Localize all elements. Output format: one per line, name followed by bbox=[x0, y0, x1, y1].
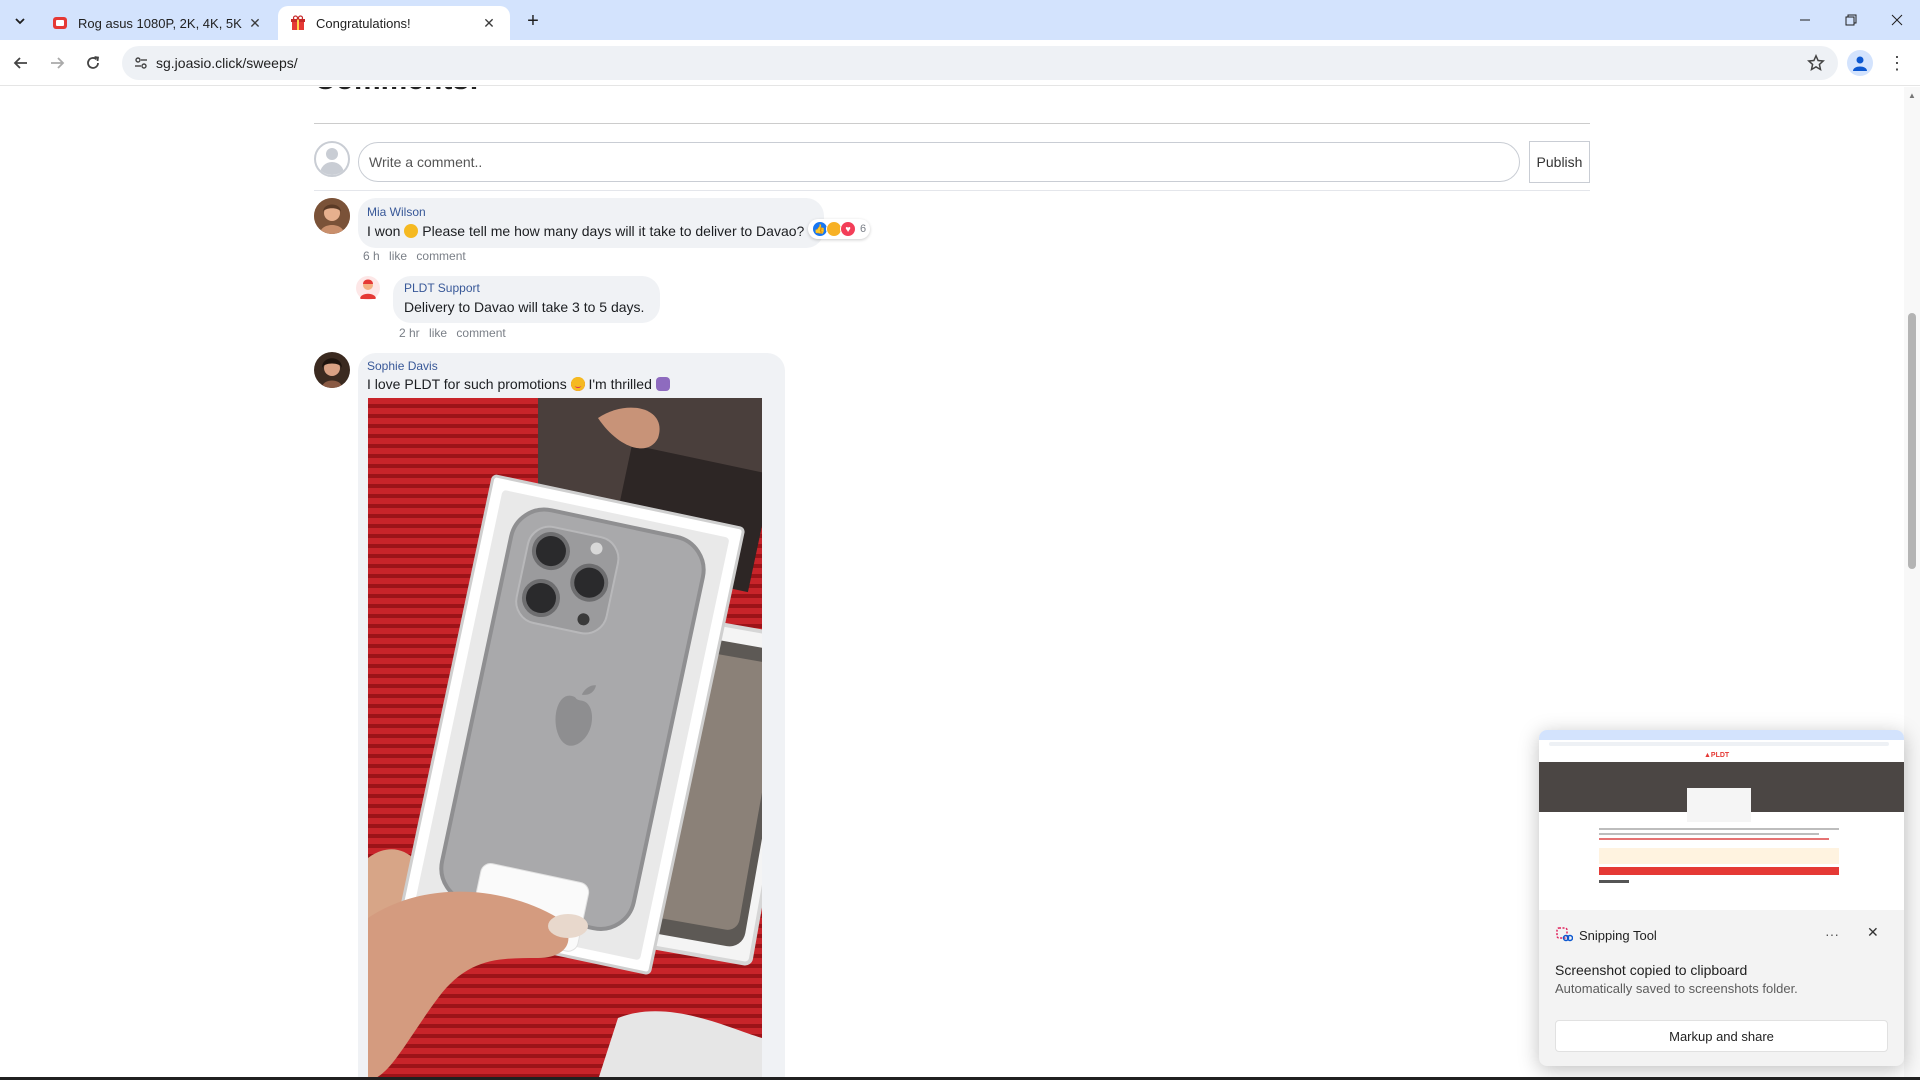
tab-rog-asus[interactable]: Rog asus 1080P, 2K, 4K, 5K HD ✕ bbox=[40, 6, 276, 40]
comment-text-part: I love PLDT for such promotions bbox=[367, 376, 567, 392]
gift-icon bbox=[291, 15, 305, 30]
comment-meta: 6 h like comment bbox=[363, 249, 472, 263]
reply-author[interactable]: PLDT Support bbox=[404, 281, 480, 295]
comment-link[interactable]: comment bbox=[456, 326, 505, 340]
site-favicon-icon bbox=[53, 17, 67, 29]
like-link[interactable]: like bbox=[389, 249, 407, 263]
default-avatar-icon bbox=[314, 141, 350, 177]
tab-congratulations[interactable]: Congratulations! ✕ bbox=[278, 6, 510, 40]
comment-text-part: I won bbox=[367, 223, 401, 239]
heart-eyes-emoji-icon bbox=[570, 377, 585, 391]
comment-author[interactable]: Sophie Davis bbox=[367, 359, 438, 373]
scrollbar-thumb[interactable] bbox=[1908, 313, 1916, 569]
publish-button[interactable]: Publish bbox=[1529, 141, 1590, 183]
comment-text: I won Please tell me how many days will … bbox=[367, 223, 804, 239]
back-arrow-icon[interactable] bbox=[6, 48, 36, 78]
comment-text: I love PLDT for such promotions I'm thri… bbox=[367, 376, 670, 392]
comments-heading: Comments: bbox=[314, 87, 479, 97]
screenshot-thumbnail[interactable]: ▲PLDT bbox=[1539, 730, 1904, 910]
chevron-down-icon bbox=[15, 18, 25, 25]
heading-divider bbox=[314, 123, 1590, 124]
toast-app-name: Snipping Tool bbox=[1579, 928, 1657, 943]
reply-meta: 2 hr like comment bbox=[399, 326, 512, 340]
toast-subtext: Automatically saved to screenshots folde… bbox=[1555, 981, 1798, 996]
reload-icon[interactable] bbox=[78, 48, 108, 78]
new-tab-plus-icon[interactable]: + bbox=[520, 8, 546, 34]
comment-link[interactable]: comment bbox=[416, 249, 465, 263]
address-bar[interactable]: sg.joasio.click/sweeps/ bbox=[122, 46, 1838, 80]
bookmark-star-icon[interactable] bbox=[1806, 53, 1826, 73]
snipping-tool-notification: ▲PLDT Snipping Tool ··· ✕ Screenshot cop… bbox=[1539, 730, 1904, 1066]
tab-title: Congratulations! bbox=[316, 15, 411, 31]
reply-time: 2 hr bbox=[399, 326, 420, 340]
browser-toolbar: sg.joasio.click/sweeps/ ⋮ bbox=[0, 40, 1920, 86]
smiling-face-emoji-icon bbox=[404, 224, 419, 238]
comment-text-part: Please tell me how many days will it tak… bbox=[418, 223, 805, 239]
tab-close-icon[interactable]: ✕ bbox=[480, 14, 498, 32]
vertical-scrollbar[interactable]: ▲ bbox=[1904, 87, 1920, 1080]
toast-headline: Screenshot copied to clipboard bbox=[1555, 962, 1748, 978]
like-link[interactable]: like bbox=[429, 326, 447, 340]
minimize-icon[interactable] bbox=[1782, 0, 1828, 40]
reaction-summary[interactable]: 👍 ♥ 6 bbox=[808, 219, 871, 239]
comment-author[interactable]: Mia Wilson bbox=[367, 205, 426, 219]
restore-icon[interactable] bbox=[1828, 0, 1874, 40]
support-avatar[interactable] bbox=[355, 275, 381, 301]
tab-title: Rog asus 1080P, 2K, 4K, 5K HD bbox=[78, 15, 246, 31]
reaction-count: 6 bbox=[860, 223, 867, 235]
markup-and-share-button[interactable]: Markup and share bbox=[1555, 1020, 1888, 1052]
praying-hands-emoji-icon bbox=[655, 377, 670, 391]
forward-arrow-icon[interactable] bbox=[42, 48, 72, 78]
input-divider bbox=[314, 190, 1590, 191]
tab-close-icon[interactable]: ✕ bbox=[246, 14, 264, 32]
site-info-tune-icon[interactable] bbox=[130, 52, 152, 74]
more-options-icon[interactable]: ··· bbox=[1825, 926, 1839, 942]
avatar[interactable] bbox=[314, 198, 350, 234]
profile-avatar-icon[interactable] bbox=[1847, 50, 1873, 76]
comment-input[interactable] bbox=[358, 142, 1520, 182]
tab-search-button[interactable] bbox=[8, 9, 32, 33]
snipping-tool-app-icon bbox=[1556, 927, 1573, 942]
url-text[interactable]: sg.joasio.click/sweeps/ bbox=[156, 55, 298, 71]
comment-text-part: I'm thrilled bbox=[584, 376, 652, 392]
love-reaction-icon: ♥ bbox=[840, 221, 856, 237]
reply-text: Delivery to Davao will take 3 to 5 days. bbox=[404, 299, 645, 315]
kebab-menu-icon[interactable]: ⋮ bbox=[1886, 50, 1908, 76]
svg-text:▲PLDT: ▲PLDT bbox=[1704, 752, 1730, 759]
tab-strip: Rog asus 1080P, 2K, 4K, 5K HD ✕ Congratu… bbox=[0, 0, 1920, 40]
toast-close-icon[interactable]: ✕ bbox=[1867, 924, 1879, 941]
scroll-up-arrow-icon[interactable]: ▲ bbox=[1908, 91, 1916, 100]
avatar[interactable] bbox=[314, 352, 350, 388]
window-close-icon[interactable] bbox=[1874, 0, 1920, 40]
comment-photo[interactable] bbox=[368, 398, 762, 1080]
comment-time: 6 h bbox=[363, 249, 380, 263]
